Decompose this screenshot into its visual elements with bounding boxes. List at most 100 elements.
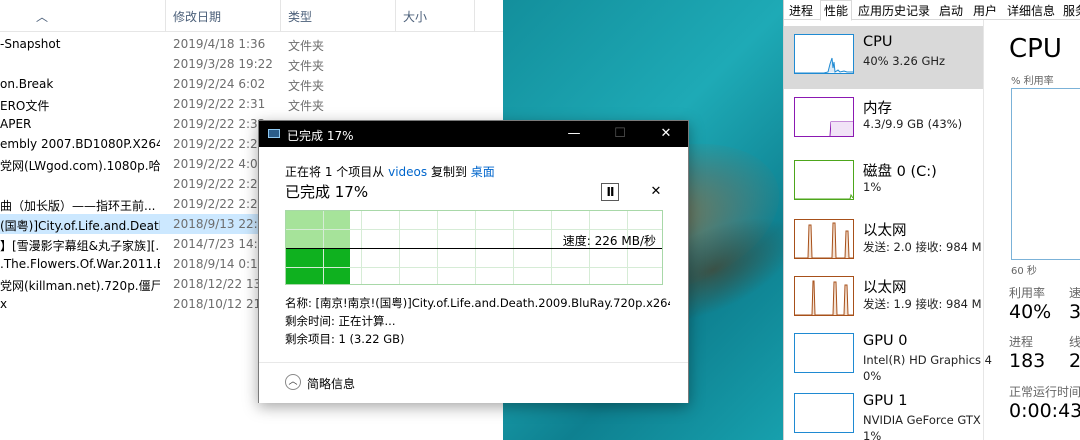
column-separator[interactable] xyxy=(395,0,396,32)
dialog-titlebar[interactable]: 已完成 17% — ☐ ✕ xyxy=(259,121,688,147)
perf-item-memory[interactable]: 内存 4.3/9.9 GB (43%) xyxy=(784,89,984,152)
column-header-type[interactable]: 类型 xyxy=(288,8,312,25)
perf-item-gpu-0[interactable]: GPU 0 Intel(R) HD Graphics 4 0% xyxy=(784,325,992,388)
file-type: 文件夹 xyxy=(288,79,325,93)
ethernet-thumbnail-graph xyxy=(794,219,854,259)
cpu-detail-panel: CPU % 利用率 60 秒 利用率 速 40% 3 进程 线 183 22 正… xyxy=(1009,20,1080,440)
pause-button[interactable]: II xyxy=(601,183,619,201)
tab-app-history[interactable]: 应用历史记录 xyxy=(858,2,930,19)
gpu-mini-chart xyxy=(794,393,854,433)
file-date: 2019/2/22 2:31 xyxy=(173,97,266,111)
copy-progress-dialog: 已完成 17% — ☐ ✕ 正在将 1 个项目从 videos 复制到 桌面 已… xyxy=(258,120,689,403)
utilization-value: 40% xyxy=(1009,301,1052,323)
maximize-button: ☐ xyxy=(614,126,626,141)
disk-mini-chart xyxy=(794,160,854,200)
destination-folder-link[interactable]: 桌面 xyxy=(471,165,495,179)
chevron-up-icon[interactable]: ︿ xyxy=(285,374,301,390)
file-row[interactable]: 2019/3/28 19:22 文件夹 xyxy=(0,54,503,74)
gpu-thumbnail-graph xyxy=(794,393,854,433)
cpu-utilization-graph xyxy=(1011,88,1080,260)
items-remaining-line: 剩余项目: 1 (3.22 GB) xyxy=(285,332,405,346)
graph-gridline xyxy=(286,267,662,268)
perf-item-ethernet-2[interactable]: 以太网 发送: 1.9 接收: 984 M xyxy=(784,268,984,331)
dialog-title: 已完成 17% xyxy=(287,129,354,143)
file-name: -Snapshot xyxy=(0,37,61,51)
perf-item-name: GPU 1 xyxy=(863,393,908,409)
perf-item-name: 磁盘 0 (C:) xyxy=(863,164,937,180)
file-name: embly 2007.BD1080P.X264... xyxy=(0,137,160,151)
file-name: x xyxy=(0,297,8,311)
column-separator[interactable] xyxy=(474,0,475,32)
gpu-mini-chart xyxy=(794,333,854,373)
file-type: 文件夹 xyxy=(288,99,325,113)
perf-item-disk[interactable]: 磁盘 0 (C:) 1% xyxy=(784,152,984,215)
speed-label: 速度: 226 MB/秒 xyxy=(562,234,656,248)
file-name: ERO文件 xyxy=(0,99,50,113)
tab-users[interactable]: 用户 xyxy=(973,2,997,19)
perf-item-name: 以太网 xyxy=(863,280,907,296)
file-name: APER xyxy=(0,117,32,131)
file-copy-icon xyxy=(268,129,280,138)
tab-processes[interactable]: 进程 xyxy=(789,2,813,19)
task-manager-window: 进程 性能 应用历史记录 启动 用户 详细信息 服务 CPU 40% 3.26 … xyxy=(783,0,1080,440)
file-row[interactable]: ERO文件 2019/2/22 2:31 文件夹 xyxy=(0,94,503,114)
panel-divider xyxy=(983,20,984,440)
speed-key: 速 xyxy=(1069,286,1080,300)
perf-item-cpu[interactable]: CPU 40% 3.26 GHz xyxy=(784,26,984,89)
tab-services[interactable]: 服务 xyxy=(1063,2,1080,19)
perf-item-value: Intel(R) HD Graphics 4 xyxy=(863,353,992,367)
copy-description-mid: 复制到 xyxy=(427,165,471,179)
perf-item-gpu-1[interactable]: GPU 1 NVIDIA GeForce GTX 1% xyxy=(784,385,984,440)
file-date: 2019/3/28 19:22 xyxy=(173,57,273,71)
tab-details[interactable]: 详细信息 xyxy=(1007,2,1055,19)
file-row[interactable]: -Snapshot 2019/4/18 1:36 文件夹 xyxy=(0,34,503,54)
close-button[interactable]: ✕ xyxy=(643,121,689,147)
perf-item-value: 4.3/9.9 GB (43%) xyxy=(863,117,963,131)
tab-performance[interactable]: 性能 xyxy=(820,0,853,21)
file-row[interactable]: on.Break 2019/2/24 6:02 文件夹 xyxy=(0,74,503,94)
perf-item-value: 40% 3.26 GHz xyxy=(863,54,946,68)
minimize-button[interactable]: — xyxy=(551,121,597,147)
tab-startup[interactable]: 启动 xyxy=(939,2,963,19)
perf-item-name: 内存 xyxy=(863,101,892,117)
dialog-footer: ︿ 简略信息 xyxy=(259,363,688,403)
cancel-copy-button[interactable]: ✕ xyxy=(647,183,665,201)
less-details-button[interactable]: 简略信息 xyxy=(307,375,355,392)
threads-value: 22 xyxy=(1069,350,1080,372)
processes-value: 183 xyxy=(1009,350,1046,372)
column-header-size[interactable]: 大小 xyxy=(403,8,427,25)
perf-item-value: 1% xyxy=(863,180,882,194)
disk-thumbnail-graph xyxy=(794,160,854,200)
column-separator[interactable] xyxy=(280,0,281,32)
transfer-speed-graph: 速度: 226 MB/秒 xyxy=(285,210,663,285)
threads-key: 线 xyxy=(1069,335,1080,349)
file-name: .The.Flowers.Of.War.2011.B... xyxy=(0,257,160,271)
file-name: 曲（加长版）——指环王前... xyxy=(0,199,156,213)
cpu-time-axis-label: 60 秒 xyxy=(1011,266,1037,277)
file-name: 】[雪漫影字幕组&丸子家族][... xyxy=(0,239,160,253)
file-date: 2019/2/24 6:02 xyxy=(173,77,266,91)
processes-key: 进程 xyxy=(1009,335,1034,349)
file-name: on.Break xyxy=(0,77,54,91)
source-folder-link[interactable]: videos xyxy=(388,165,427,179)
file-date: 2019/4/18 1:36 xyxy=(173,37,266,51)
cpu-mini-chart xyxy=(794,34,854,74)
cpu-utilization-axis-label: % 利用率 xyxy=(1011,76,1054,87)
file-name-line: 名称: [南京!南京!(国粤)]City.of.Life.and.Death.2… xyxy=(285,296,670,310)
perf-item-ethernet-1[interactable]: 以太网 发送: 2.0 接收: 984 M xyxy=(784,211,984,274)
column-separator[interactable] xyxy=(165,0,166,32)
memory-mini-chart xyxy=(794,97,854,137)
progress-fill-light xyxy=(286,211,350,249)
graph-gridline xyxy=(286,229,662,230)
perf-item-name: CPU xyxy=(863,34,893,50)
file-type: 文件夹 xyxy=(288,59,325,73)
percent-complete: 已完成 17% xyxy=(285,183,369,201)
copy-description: 正在将 1 个项目从 videos 复制到 桌面 xyxy=(285,163,495,180)
ethernet-mini-chart xyxy=(794,276,854,316)
sort-up-chevron-icon[interactable]: ︿ xyxy=(36,8,48,25)
file-name: 党网(killman.net).720p.僵尸世... xyxy=(0,279,160,293)
cpu-thumbnail-graph xyxy=(794,34,854,74)
column-header-date[interactable]: 修改日期 xyxy=(173,8,221,25)
copy-description-prefix: 正在将 1 个项目从 xyxy=(285,165,389,179)
uptime-key: 正常运行时间 xyxy=(1009,385,1080,399)
